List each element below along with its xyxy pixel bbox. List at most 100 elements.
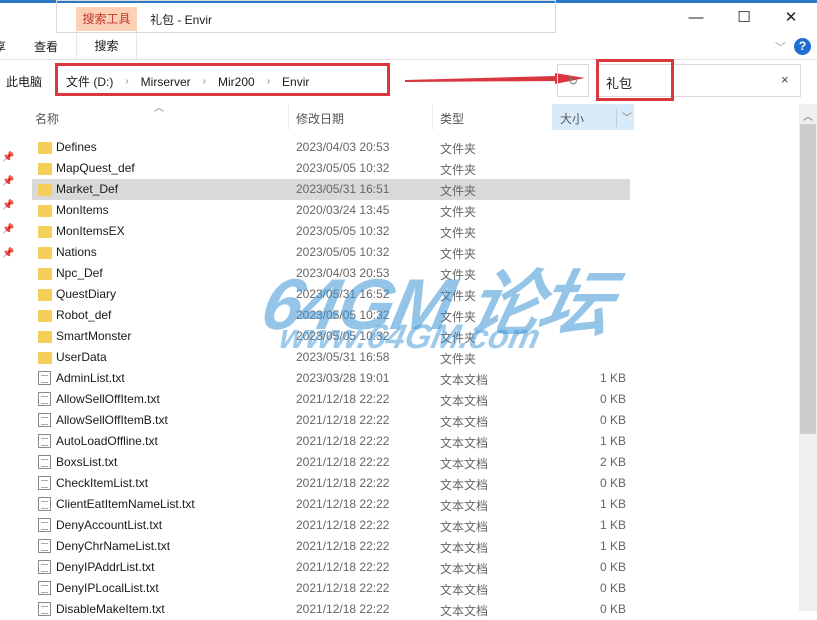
folder-icon	[38, 352, 52, 364]
text-file-icon	[38, 455, 51, 469]
vertical-scrollbar[interactable]: ︿	[799, 104, 817, 611]
refresh-button[interactable]: ↻	[557, 64, 589, 97]
item-size: 2 KB	[599, 455, 626, 469]
item-name: AllowSellOffItemB.txt	[56, 413, 168, 427]
file-row[interactable]: DenyChrNameList.txt 2021/12/18 22:22 文本文…	[32, 536, 630, 557]
folder-icon	[38, 226, 52, 238]
item-name: AllowSellOffItem.txt	[56, 392, 160, 406]
item-date: 2021/12/18 22:22	[296, 413, 390, 427]
pin-icon[interactable]: 📌	[2, 200, 14, 211]
item-date: 2021/12/18 22:22	[296, 392, 390, 406]
item-date: 2021/12/18 22:22	[296, 560, 390, 574]
item-name: Robot_def	[56, 308, 112, 322]
folder-row[interactable]: Market_Def 2023/05/31 16:51 文件夹	[32, 179, 630, 200]
watermark-url: www.64GM.com	[276, 318, 544, 356]
item-date: 2021/12/18 22:22	[296, 581, 390, 595]
item-name: CheckItemList.txt	[56, 476, 149, 490]
column-header-size-label: 大小	[560, 112, 585, 126]
item-name: QuestDiary	[56, 287, 117, 301]
tab-share[interactable]: 享	[0, 38, 6, 55]
item-name: DenyIPLocalList.txt	[56, 581, 159, 595]
pin-icon[interactable]: 📌	[2, 248, 14, 259]
file-row[interactable]: DenyAccountList.txt 2021/12/18 22:22 文本文…	[32, 515, 630, 536]
item-name: UserData	[56, 350, 107, 364]
pin-icon[interactable]: 📌	[2, 176, 14, 187]
chevron-down-icon[interactable]: ﹀	[616, 109, 632, 127]
pin-icon[interactable]: 📌	[2, 224, 14, 235]
text-file-icon	[38, 392, 51, 406]
help-icon[interactable]: ?	[794, 38, 811, 55]
item-name: MapQuest_def	[56, 161, 135, 175]
column-divider[interactable]	[432, 104, 433, 130]
address-bar[interactable]	[56, 0, 556, 33]
item-type: 文本文档	[440, 499, 489, 513]
folder-icon	[38, 268, 52, 280]
file-row[interactable]: CheckItemList.txt 2021/12/18 22:22 文本文档 …	[32, 473, 630, 494]
file-row[interactable]: AutoLoadOffline.txt 2021/12/18 22:22 文本文…	[32, 431, 630, 452]
item-type: 文本文档	[440, 457, 489, 471]
folder-row[interactable]: Defines 2023/04/03 20:53 文件夹	[32, 137, 630, 158]
item-type: 文件夹	[440, 163, 477, 177]
folder-icon	[38, 331, 52, 343]
item-name: BoxsList.txt	[56, 455, 118, 469]
item-size: 0 KB	[599, 392, 626, 406]
item-date: 2020/03/24 13:45	[296, 203, 390, 217]
file-row[interactable]: AllowSellOffItemB.txt 2021/12/18 22:22 文…	[32, 410, 630, 431]
maximize-button[interactable]: ☐	[724, 6, 764, 30]
folder-row[interactable]: MonItemsEX 2023/05/05 10:32 文件夹	[32, 221, 630, 242]
text-file-icon	[38, 434, 51, 448]
item-name: DenyIPAddrList.txt	[56, 560, 155, 574]
ribbon-expand-chevron-icon[interactable]: ﹀	[775, 39, 786, 55]
item-type: 文本文档	[440, 520, 489, 534]
scroll-up-icon[interactable]: ︿	[803, 108, 813, 123]
tab-view[interactable]: 查看	[34, 38, 58, 55]
item-type: 文件夹	[440, 226, 477, 240]
folder-row[interactable]: MapQuest_def 2023/05/05 10:32 文件夹	[32, 158, 630, 179]
pin-icon[interactable]: 📌	[2, 152, 14, 163]
close-button[interactable]: ✕	[771, 6, 811, 30]
highlight-box-search	[596, 59, 674, 101]
file-row[interactable]: DenyIPAddrList.txt 2021/12/18 22:22 文本文档…	[32, 557, 630, 578]
item-type: 文件夹	[440, 142, 477, 156]
text-file-icon	[38, 497, 51, 511]
clear-search-icon[interactable]: ×	[781, 72, 789, 87]
column-divider[interactable]	[288, 104, 289, 130]
ribbon-divider	[0, 59, 817, 60]
item-size: 0 KB	[599, 560, 626, 574]
file-row[interactable]: DenyIPLocalList.txt 2021/12/18 22:22 文本文…	[32, 578, 630, 599]
item-date: 2021/12/18 22:22	[296, 602, 390, 616]
file-row[interactable]: ClientEatItemNameList.txt 2021/12/18 22:…	[32, 494, 630, 515]
sort-up-icon: ︿	[154, 103, 164, 114]
scrollbar-thumb[interactable]	[800, 124, 816, 434]
item-date: 2023/05/31 16:51	[296, 182, 390, 196]
item-type: 文件夹	[440, 184, 477, 198]
text-file-icon	[38, 581, 51, 595]
item-size: 1 KB	[599, 434, 626, 448]
folder-icon	[38, 142, 52, 154]
column-header-type[interactable]: 类型	[440, 110, 464, 127]
file-row[interactable]: AdminList.txt 2023/03/28 19:01 文本文档 1 KB	[32, 368, 630, 389]
tab-search[interactable]: 搜索	[76, 31, 137, 59]
item-name: MonItemsEX	[56, 224, 125, 238]
file-row[interactable]: AllowSellOffItem.txt 2021/12/18 22:22 文本…	[32, 389, 630, 410]
text-file-icon	[38, 371, 51, 385]
column-header-name[interactable]: 名称	[35, 110, 59, 127]
item-name: AutoLoadOffline.txt	[56, 434, 158, 448]
column-header-size[interactable]: 大小 ﹀	[552, 104, 634, 130]
item-size: 1 KB	[599, 518, 626, 532]
folder-row[interactable]: MonItems 2020/03/24 13:45 文件夹	[32, 200, 630, 221]
file-row[interactable]: DisableMakeItem.txt 2021/12/18 22:22 文本文…	[32, 599, 630, 620]
minimize-button[interactable]: —	[676, 6, 716, 30]
item-type: 文本文档	[440, 373, 489, 387]
file-row[interactable]: BoxsList.txt 2021/12/18 22:22 文本文档 2 KB	[32, 452, 630, 473]
text-file-icon	[38, 518, 51, 532]
item-name: MonItems	[56, 203, 109, 217]
breadcrumb-this-pc[interactable]: 此电脑	[6, 73, 42, 90]
item-size: 1 KB	[599, 371, 626, 385]
folder-icon	[38, 205, 52, 217]
item-date: 2021/12/18 22:22	[296, 434, 390, 448]
highlight-box-address	[55, 63, 390, 96]
item-name: Market_Def	[56, 182, 119, 196]
column-header-date[interactable]: 修改日期	[296, 110, 344, 127]
item-name: Nations	[56, 245, 97, 259]
